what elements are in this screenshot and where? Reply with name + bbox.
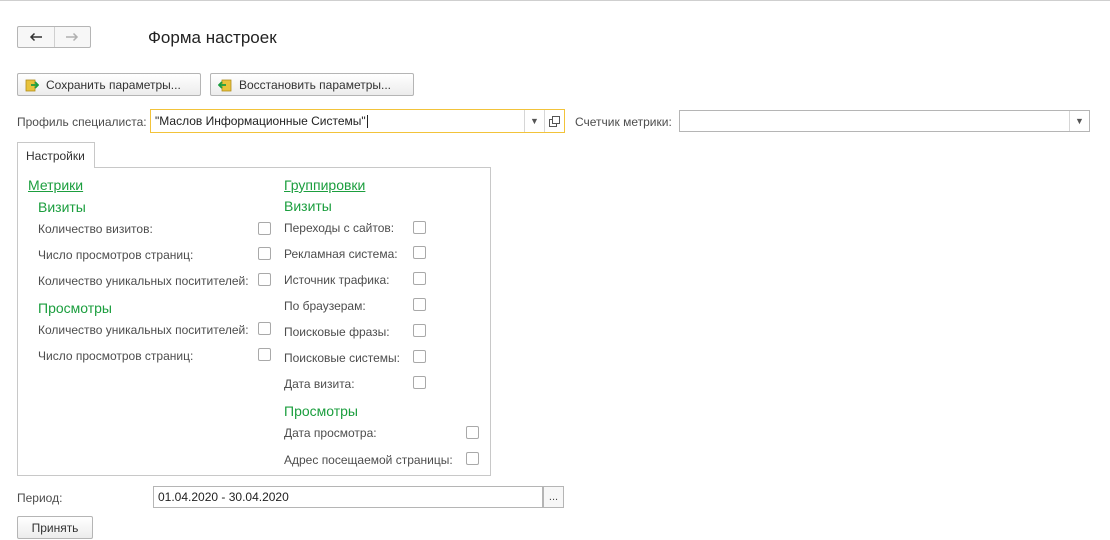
grouping-page-address-label: Адрес посещаемой страницы:	[284, 453, 453, 467]
accept-button[interactable]: Принять	[17, 516, 93, 539]
restore-icon	[218, 79, 232, 91]
save-params-label: Сохранить параметры...	[46, 77, 181, 92]
grouping-browsers-checkbox[interactable]	[413, 298, 426, 311]
save-icon	[25, 79, 39, 91]
metrics-link[interactable]: Метрики	[28, 177, 83, 193]
profile-value-text: "Маслов Информационные Системы"	[155, 113, 366, 128]
groupings-visits-header: Визиты	[284, 198, 332, 214]
tab-settings[interactable]: Настройки	[17, 142, 95, 168]
metrics-visits-header: Визиты	[38, 199, 86, 215]
grouping-search-engines-checkbox[interactable]	[413, 350, 426, 363]
grouping-view-date-checkbox[interactable]	[466, 426, 479, 439]
period-field[interactable]: 01.04.2020 - 30.04.2020	[153, 486, 543, 508]
text-caret	[366, 115, 368, 129]
grouping-page-address-checkbox[interactable]	[466, 452, 479, 465]
counter-label: Счетчик метрики:	[575, 115, 672, 129]
metric-views-unique-visitors-label: Количество уникальных поситителей:	[38, 323, 249, 337]
metrics-views-header: Просмотры	[38, 300, 112, 316]
counter-dropdown-button[interactable]: ▼	[1069, 111, 1089, 131]
metric-pageviews-checkbox[interactable]	[258, 247, 271, 260]
profile-value[interactable]: "Маслов Информационные Системы"	[151, 113, 524, 129]
grouping-visit-date-label: Дата визита:	[284, 377, 355, 391]
grouping-browsers-label: По браузерам:	[284, 299, 366, 313]
grouping-search-phrases-label: Поисковые фразы:	[284, 325, 390, 339]
forward-button[interactable]	[53, 27, 91, 47]
grouping-search-engines-label: Поисковые системы:	[284, 351, 401, 365]
grouping-view-date-label: Дата просмотра:	[284, 426, 377, 440]
save-params-button[interactable]: Сохранить параметры...	[17, 73, 201, 96]
groupings-link[interactable]: Группировки	[284, 177, 365, 193]
grouping-visit-date-checkbox[interactable]	[413, 376, 426, 389]
metric-views-unique-visitors-checkbox[interactable]	[258, 322, 271, 335]
settings-panel	[17, 167, 491, 476]
page-title: Форма настроек	[148, 28, 277, 47]
open-form-icon	[549, 115, 560, 127]
profile-label: Профиль специалиста:	[17, 115, 147, 129]
restore-params-button[interactable]: Восстановить параметры...	[210, 73, 414, 96]
period-value[interactable]: 01.04.2020 - 30.04.2020	[154, 490, 542, 504]
period-picker-button[interactable]: ...	[543, 486, 564, 508]
restore-params-label: Восстановить параметры...	[239, 77, 392, 92]
top-divider	[0, 0, 1110, 1]
metric-views-pageviews-label: Число просмотров страниц:	[38, 349, 194, 363]
chevron-down-icon: ▼	[1075, 116, 1084, 126]
arrow-left-icon	[29, 32, 42, 42]
grouping-traffic-source-checkbox[interactable]	[413, 272, 426, 285]
profile-dropdown-button[interactable]: ▼	[524, 110, 544, 132]
metric-pageviews-label: Число просмотров страниц:	[38, 248, 194, 262]
back-button[interactable]	[18, 27, 54, 47]
chevron-down-icon: ▼	[530, 116, 539, 126]
period-label: Период:	[17, 491, 63, 505]
grouping-ad-system-label: Рекламная система:	[284, 247, 398, 261]
metric-views-pageviews-checkbox[interactable]	[258, 348, 271, 361]
counter-field[interactable]: ▼	[679, 110, 1090, 132]
profile-open-button[interactable]	[544, 110, 564, 132]
grouping-traffic-source-label: Источник трафика:	[284, 273, 390, 287]
groupings-views-header: Просмотры	[284, 403, 358, 419]
grouping-referrers-label: Переходы с сайтов:	[284, 221, 395, 235]
metric-unique-visitors-checkbox[interactable]	[258, 273, 271, 286]
grouping-ad-system-checkbox[interactable]	[413, 246, 426, 259]
metric-visits-count-checkbox[interactable]	[258, 222, 271, 235]
profile-field[interactable]: "Маслов Информационные Системы" ▼	[150, 109, 565, 133]
metric-unique-visitors-label: Количество уникальных поситителей:	[38, 274, 249, 288]
grouping-search-phrases-checkbox[interactable]	[413, 324, 426, 337]
arrow-right-icon	[66, 32, 79, 42]
nav-buttons	[17, 26, 91, 48]
metric-visits-count-label: Количество визитов:	[38, 222, 153, 236]
grouping-referrers-checkbox[interactable]	[413, 221, 426, 234]
